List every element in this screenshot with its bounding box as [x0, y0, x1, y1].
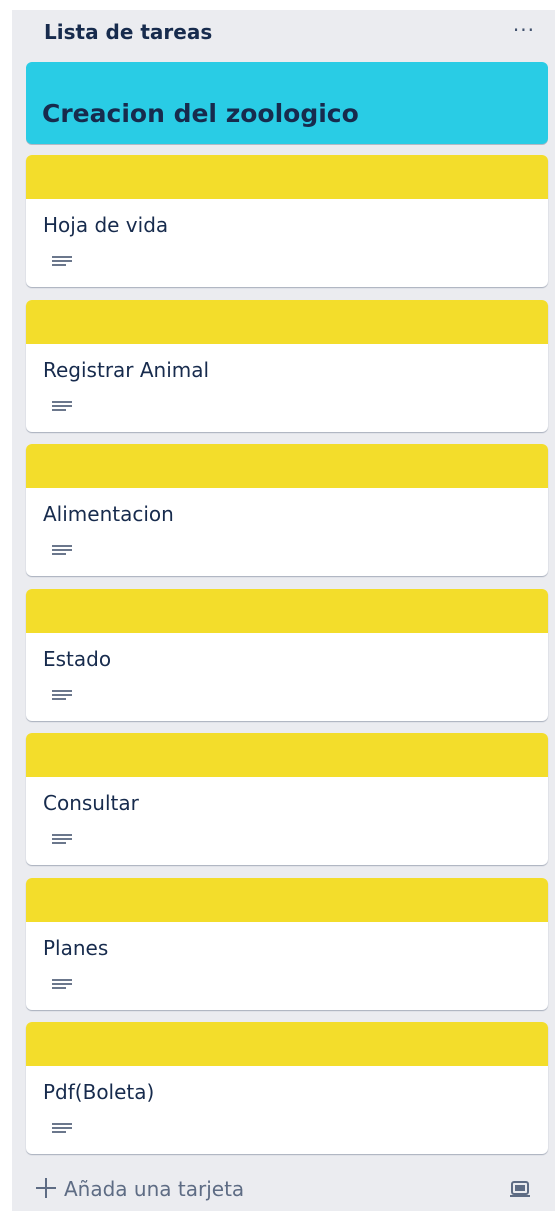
card-cover	[26, 155, 548, 199]
description-icon	[52, 690, 72, 704]
list-menu-button[interactable]: ···	[513, 18, 535, 42]
card-title: Registrar Animal	[43, 358, 210, 382]
card-title: Pdf(Boleta)	[43, 1080, 155, 1104]
description-icon	[52, 256, 72, 270]
card-title: Consultar	[43, 791, 139, 815]
card-cover	[26, 300, 548, 344]
card-cover	[26, 589, 548, 633]
description-icon	[52, 1123, 72, 1137]
card-cover	[26, 733, 548, 777]
task-card[interactable]: Planes	[26, 878, 548, 1010]
plus-icon	[36, 1178, 56, 1198]
add-card-button[interactable]: Añada una tarjeta	[36, 1176, 244, 1206]
card-cover	[26, 444, 548, 488]
card-title: Hoja de vida	[43, 213, 169, 237]
task-card[interactable]: Hoja de vida	[26, 155, 548, 287]
description-icon	[52, 545, 72, 559]
task-card[interactable]: Consultar	[26, 733, 548, 865]
task-card[interactable]: Alimentacion	[26, 444, 548, 576]
add-card-label: Añada una tarjeta	[64, 1177, 245, 1201]
card-title: Estado	[43, 647, 112, 671]
task-list: Lista de tareas ··· Creacion del zoologi…	[12, 10, 555, 1211]
card-cover	[26, 1022, 548, 1066]
card-template-icon[interactable]	[509, 1180, 531, 1198]
card-title: Planes	[43, 936, 109, 960]
cover-card-title: Creacion del zoologico	[42, 99, 359, 128]
description-icon	[52, 401, 72, 415]
description-icon	[52, 979, 72, 993]
card-title: Alimentacion	[43, 502, 174, 526]
list-title[interactable]: Lista de tareas	[44, 20, 212, 44]
card-cover	[26, 878, 548, 922]
task-card[interactable]: Estado	[26, 589, 548, 721]
description-icon	[52, 834, 72, 848]
cover-card[interactable]: Creacion del zoologico	[26, 62, 548, 144]
list-header: Lista de tareas ···	[12, 10, 555, 58]
task-card[interactable]: Pdf(Boleta)	[26, 1022, 548, 1154]
task-card[interactable]: Registrar Animal	[26, 300, 548, 432]
